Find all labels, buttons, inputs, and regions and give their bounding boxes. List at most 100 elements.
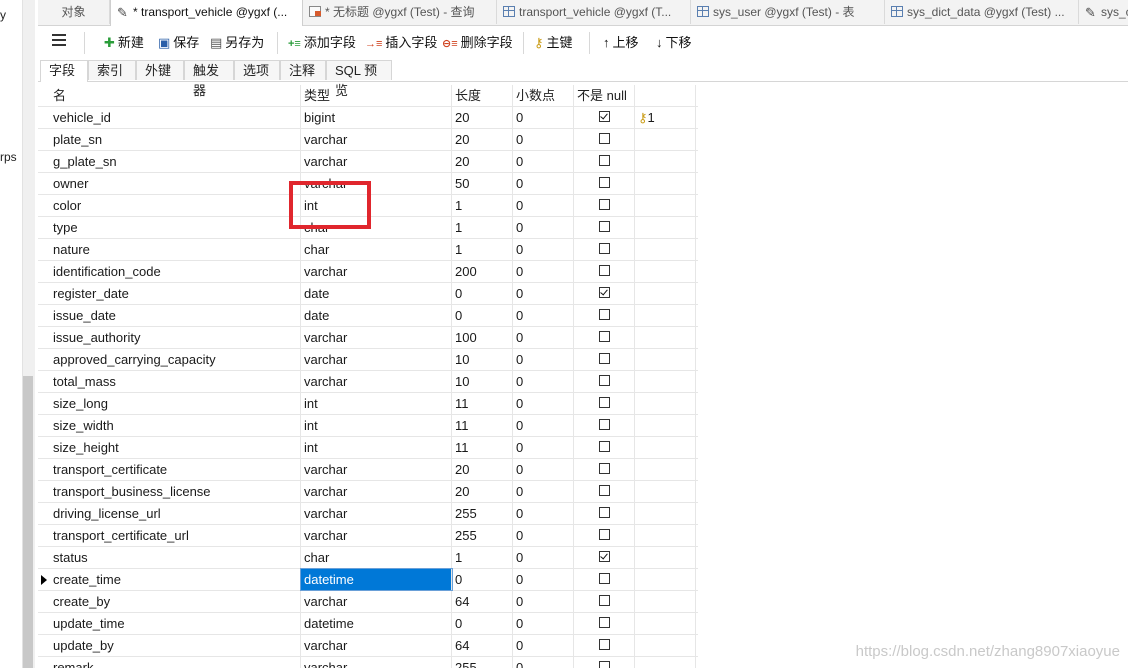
move-up-button[interactable]: ↑ 上移 (603, 33, 639, 53)
field-decimals-cell[interactable]: 0 (513, 657, 574, 668)
field-decimals-cell[interactable]: 0 (513, 107, 574, 128)
field-type-cell[interactable]: varchar (301, 525, 452, 546)
field-decimals-cell[interactable]: 0 (513, 129, 574, 150)
subtab-fields[interactable]: 字段 (40, 60, 88, 82)
field-name-cell[interactable]: remark (50, 657, 301, 668)
field-row[interactable]: transport_certificate varchar 20 0 (38, 459, 698, 481)
field-decimals-cell[interactable]: 0 (513, 327, 574, 348)
subtab-indexes[interactable]: 索引 (88, 60, 136, 80)
primary-key-button[interactable]: ⚷ 主键 (534, 33, 573, 53)
field-decimals-cell[interactable]: 0 (513, 151, 574, 172)
field-type-cell[interactable]: int (301, 415, 452, 436)
field-name-cell[interactable]: type (50, 217, 301, 238)
not-null-checkbox[interactable] (599, 419, 610, 430)
not-null-checkbox[interactable] (599, 155, 610, 166)
subtab-sql-preview[interactable]: SQL 预览 (326, 60, 392, 98)
field-name-cell[interactable]: issue_authority (50, 327, 301, 348)
field-name-cell[interactable]: driving_license_url (50, 503, 301, 524)
field-type-cell[interactable]: varchar (301, 591, 452, 612)
field-name-cell[interactable]: size_height (50, 437, 301, 458)
field-length-cell[interactable]: 20 (452, 459, 513, 480)
field-length-cell[interactable]: 1 (452, 239, 513, 260)
field-length-cell[interactable]: 20 (452, 129, 513, 150)
field-row[interactable]: remark varchar 255 0 (38, 657, 698, 668)
field-name-cell[interactable]: nature (50, 239, 301, 260)
tab-transport-vehicle-data[interactable]: transport_vehicle @ygxf (T... (497, 0, 691, 24)
field-length-cell[interactable]: 255 (452, 525, 513, 546)
field-type-cell[interactable]: datetime (300, 568, 453, 591)
field-row[interactable]: g_plate_sn varchar 20 0 (38, 151, 698, 173)
field-length-cell[interactable]: 255 (452, 657, 513, 668)
field-decimals-cell[interactable]: 0 (513, 547, 574, 568)
header-decimals[interactable]: 小数点 (513, 85, 574, 106)
field-decimals-cell[interactable]: 0 (513, 261, 574, 282)
insert-field-button[interactable]: →≡ 插入字段 (365, 33, 437, 53)
field-name-cell[interactable]: identification_code (50, 261, 301, 282)
not-null-checkbox[interactable] (599, 441, 610, 452)
field-decimals-cell[interactable]: 0 (513, 569, 574, 590)
new-button[interactable]: ✚ 新建 (104, 33, 144, 53)
field-decimals-cell[interactable]: 0 (513, 481, 574, 502)
field-row[interactable]: register_date date 0 0 (38, 283, 698, 305)
field-type-cell[interactable]: varchar (301, 481, 452, 502)
save-as-button[interactable]: ▤ 另存为 (210, 33, 264, 53)
not-null-checkbox[interactable] (599, 529, 610, 540)
header-type[interactable]: 类型 (301, 85, 452, 106)
field-type-cell[interactable]: char (301, 547, 452, 568)
field-row[interactable]: issue_authority varchar 100 0 (38, 327, 698, 349)
field-length-cell[interactable]: 100 (452, 327, 513, 348)
field-row[interactable]: identification_code varchar 200 0 (38, 261, 698, 283)
field-length-cell[interactable]: 10 (452, 371, 513, 392)
field-length-cell[interactable]: 0 (452, 283, 513, 304)
not-null-checkbox[interactable] (599, 573, 610, 584)
field-name-cell[interactable]: vehicle_id (50, 107, 301, 128)
field-length-cell[interactable]: 1 (452, 217, 513, 238)
header-length[interactable]: 长度 (452, 85, 513, 106)
field-decimals-cell[interactable]: 0 (513, 371, 574, 392)
not-null-checkbox[interactable] (599, 485, 610, 496)
field-row[interactable]: size_width int 11 0 (38, 415, 698, 437)
field-row[interactable]: update_time datetime 0 0 (38, 613, 698, 635)
header-name[interactable]: 名 (50, 85, 301, 106)
field-row[interactable]: size_height int 11 0 (38, 437, 698, 459)
field-name-cell[interactable]: status (50, 547, 301, 568)
tab-objects[interactable]: 对象 (38, 0, 110, 24)
field-decimals-cell[interactable]: 0 (513, 239, 574, 260)
field-type-cell[interactable]: datetime (301, 613, 452, 634)
field-length-cell[interactable]: 0 (452, 613, 513, 634)
field-name-cell[interactable]: size_long (50, 393, 301, 414)
field-name-cell[interactable]: plate_sn (50, 129, 301, 150)
not-null-checkbox[interactable] (599, 639, 610, 650)
field-type-cell[interactable]: varchar (301, 503, 452, 524)
navigator-scrollbar-thumb[interactable] (23, 376, 33, 668)
field-decimals-cell[interactable]: 0 (513, 503, 574, 524)
not-null-checkbox[interactable] (599, 353, 610, 364)
field-name-cell[interactable]: transport_business_license (50, 481, 301, 502)
field-row[interactable]: vehicle_id bigint 20 0 ⚷1 (38, 107, 698, 129)
field-decimals-cell[interactable]: 0 (513, 591, 574, 612)
delete-field-button[interactable]: ⊖≡ 删除字段 (442, 33, 513, 53)
not-null-checkbox[interactable] (599, 661, 610, 668)
not-null-checkbox[interactable] (599, 463, 610, 474)
field-name-cell[interactable]: create_time (50, 569, 301, 590)
field-type-cell[interactable]: int (301, 393, 452, 414)
field-length-cell[interactable]: 1 (452, 547, 513, 568)
field-length-cell[interactable]: 11 (452, 415, 513, 436)
not-null-checkbox[interactable] (599, 287, 610, 298)
field-row[interactable]: update_by varchar 64 0 (38, 635, 698, 657)
field-type-cell[interactable]: varchar (301, 635, 452, 656)
field-type-cell[interactable]: varchar (301, 151, 452, 172)
field-length-cell[interactable]: 10 (452, 349, 513, 370)
field-decimals-cell[interactable]: 0 (513, 437, 574, 458)
field-decimals-cell[interactable]: 0 (513, 195, 574, 216)
field-decimals-cell[interactable]: 0 (513, 349, 574, 370)
field-row[interactable]: create_time datetime 0 0 (38, 568, 698, 591)
not-null-checkbox[interactable] (599, 265, 610, 276)
field-row[interactable]: create_by varchar 64 0 (38, 591, 698, 613)
field-decimals-cell[interactable]: 0 (513, 173, 574, 194)
not-null-checkbox[interactable] (599, 111, 610, 122)
field-name-cell[interactable]: owner (50, 173, 301, 194)
field-length-cell[interactable]: 0 (452, 569, 513, 590)
tab-untitled-query[interactable]: * 无标题 @ygxf (Test) - 查询 (303, 0, 497, 24)
field-type-cell[interactable]: varchar (301, 327, 452, 348)
